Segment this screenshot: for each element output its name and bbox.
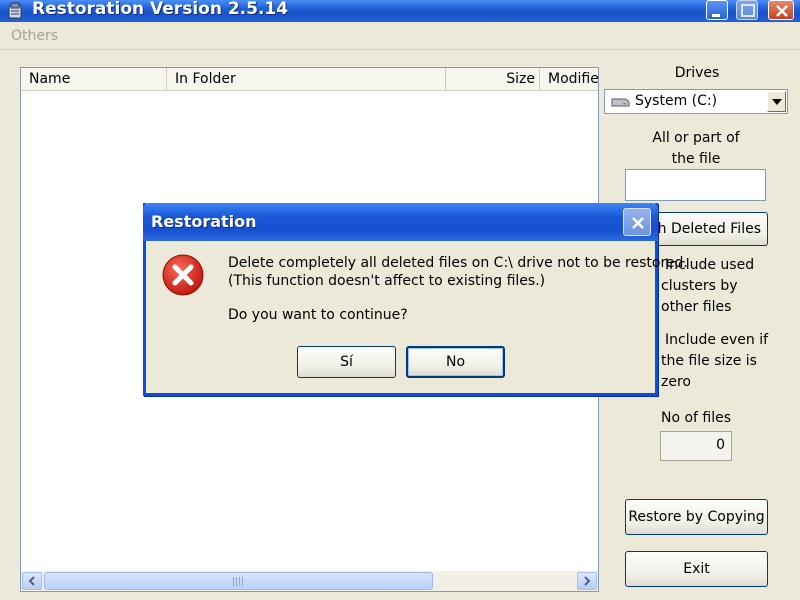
dialog-message-line2: (This function doesn't affect to existin… [228, 273, 546, 289]
chevron-left-icon [28, 576, 35, 586]
maximize-button[interactable] [736, 0, 758, 20]
error-icon [162, 254, 204, 296]
maximize-icon [741, 4, 755, 17]
dialog-titlebar[interactable]: Restoration [143, 203, 658, 241]
close-icon [632, 217, 644, 229]
file-filter-input[interactable] [625, 169, 766, 201]
app-icon [8, 2, 22, 19]
drive-select[interactable]: System (C:) [604, 89, 788, 114]
exit-button[interactable]: Exit [625, 551, 768, 587]
column-header-size[interactable]: Size [446, 68, 540, 90]
column-header-name[interactable]: Name [21, 68, 167, 90]
drives-label: Drives [674, 65, 720, 81]
menu-others[interactable]: Others [11, 28, 58, 44]
include-used-line3: other files [661, 299, 732, 315]
file-filter-label-line2: the file [671, 151, 721, 167]
drive-dropdown-button[interactable] [767, 91, 786, 112]
include-used-line2: clusters by [661, 278, 738, 294]
list-header: Name In Folder Size Modified [21, 68, 598, 91]
close-button[interactable] [768, 0, 794, 20]
file-filter-label-line1: All or part of [652, 130, 740, 146]
drive-select-value: System (C:) [635, 93, 718, 109]
include-even-line1: Include even if [665, 332, 769, 348]
column-header-modified[interactable]: Modified [540, 68, 598, 90]
no-of-files-label: No of files [660, 410, 732, 426]
dialog-close-button[interactable] [623, 208, 651, 236]
window-title: Restoration Version 2.5.14 [32, 0, 289, 19]
include-even-line2: the file size is [661, 353, 757, 369]
include-zero-size-label[interactable]: Include even if the file size is zero [661, 330, 771, 393]
scroll-right-button[interactable] [577, 572, 597, 590]
chevron-down-icon [772, 99, 782, 105]
dialog-message-line1: Delete completely all deleted files on C… [228, 255, 688, 271]
no-button[interactable]: No [406, 346, 505, 378]
column-header-in-folder[interactable]: In Folder [167, 68, 446, 90]
close-icon [776, 5, 788, 17]
scroll-left-button[interactable] [22, 572, 42, 590]
dialog-question: Do you want to continue? [228, 307, 408, 323]
chevron-right-icon [584, 576, 591, 586]
file-filter-label: All or part of the file [624, 128, 768, 170]
yes-button[interactable]: Sí [297, 346, 396, 378]
confirm-dialog: Restoration Delete completely all delete… [143, 203, 688, 396]
menu-bar: Others [0, 22, 800, 50]
minimize-button[interactable] [706, 0, 728, 20]
scroll-thumb[interactable] [44, 572, 433, 590]
grip-icon [233, 577, 245, 586]
no-of-files-value: 0 [660, 431, 732, 461]
horizontal-scrollbar[interactable] [21, 571, 598, 591]
window-titlebar[interactable]: Restoration Version 2.5.14 [0, 0, 800, 22]
include-even-line3: zero [661, 374, 691, 390]
minimize-icon [712, 14, 720, 17]
hard-drive-icon [611, 98, 630, 107]
restore-by-copying-button[interactable]: Restore by Copying [625, 499, 768, 535]
dialog-title: Restoration [151, 212, 257, 231]
